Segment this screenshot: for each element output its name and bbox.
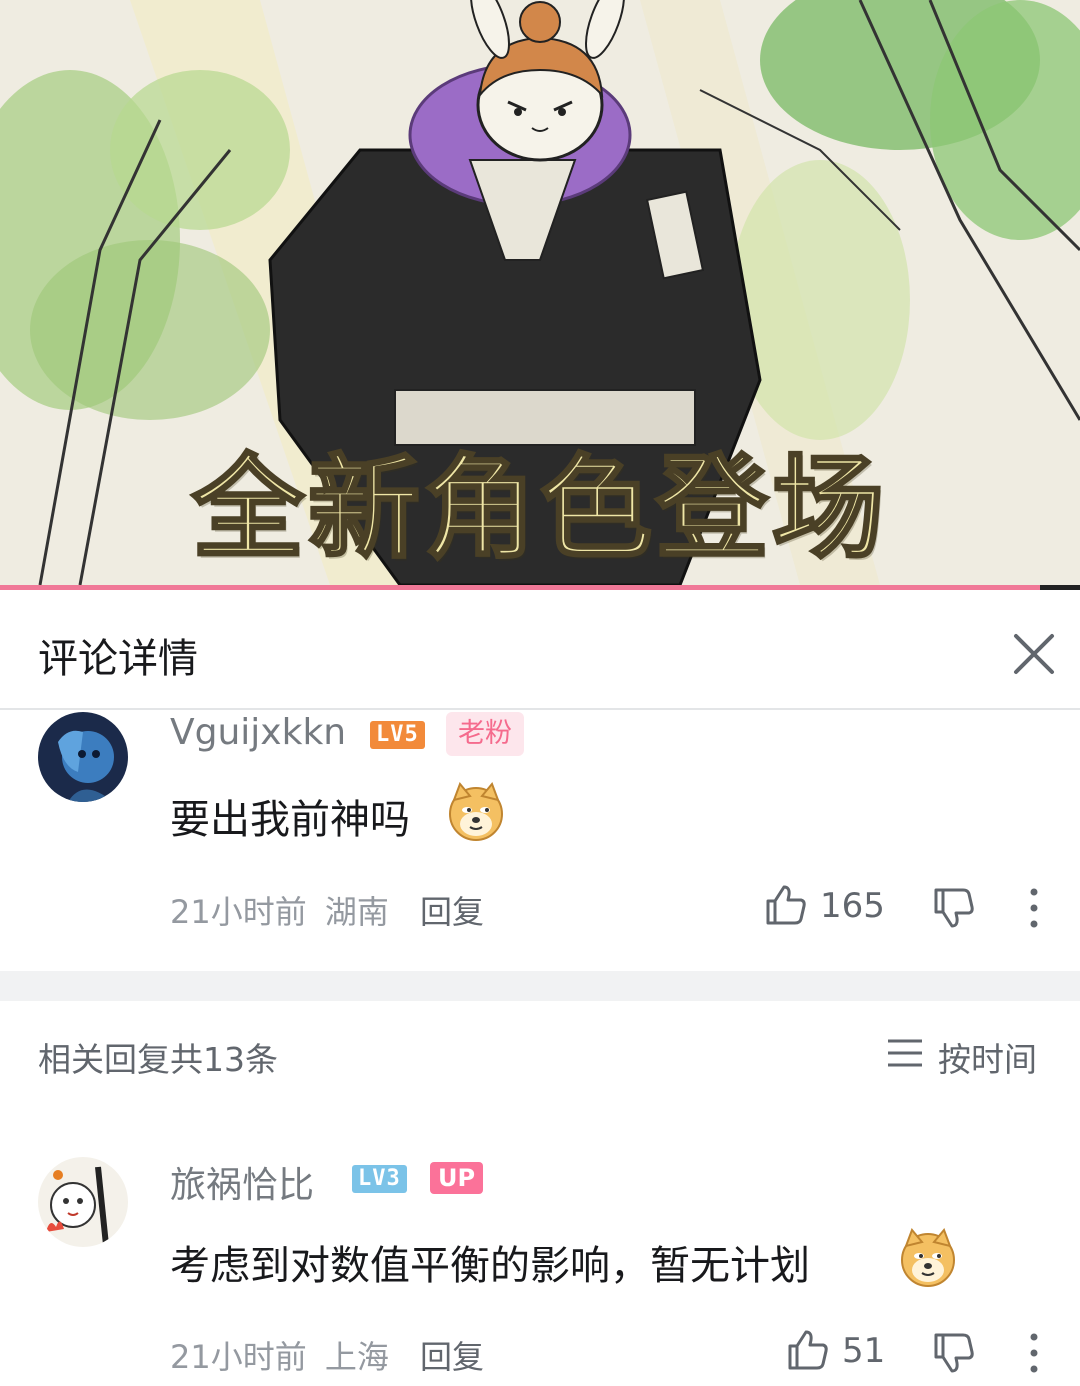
doge-emoji-icon (449, 782, 503, 841)
dislike-button[interactable] (932, 1331, 976, 1379)
more-vertical-icon (1030, 888, 1038, 928)
thumbs-down-icon (934, 888, 974, 928)
doge-emoji-icon (901, 1228, 955, 1287)
avatar[interactable] (38, 1157, 128, 1247)
comment-location: 湖南 (324, 893, 389, 931)
video-caption-overlay: 全新角色登场 (191, 442, 888, 576)
page-title: 评论详情 (38, 636, 198, 682)
like-count: 51 (842, 1331, 886, 1371)
thumbs-up-icon (766, 885, 806, 925)
thumbs-down-icon (934, 1333, 974, 1373)
avatar-image (38, 712, 128, 802)
comment-time: 21小时前 (170, 893, 307, 931)
username[interactable]: Vguijxkkn (170, 712, 346, 753)
more-vertical-icon (1030, 1333, 1038, 1373)
sort-label: 按时间 (938, 1040, 1037, 1079)
avatar-image (38, 1157, 128, 1247)
level-badge: LV5 (370, 721, 425, 749)
comment-detail-header: 评论详情 (0, 590, 1080, 710)
video-player[interactable]: 全新角色登场 (0, 0, 1080, 585)
level-badge: LV3 (352, 1165, 407, 1193)
more-options-button[interactable] (1024, 886, 1044, 934)
fan-tag-badge: 老粉 (446, 712, 524, 756)
like-button[interactable] (786, 1328, 830, 1376)
comment-location: 上海 (324, 1338, 389, 1376)
close-button[interactable] (1006, 626, 1062, 682)
username[interactable]: 旅祸恰比 (170, 1156, 314, 1208)
like-button[interactable] (764, 883, 808, 931)
sort-lines-icon (888, 1039, 922, 1067)
up-tag-badge: UP (430, 1162, 484, 1194)
thumbs-up-icon (788, 1330, 828, 1370)
reply-button[interactable]: 回复 (420, 887, 484, 933)
comment-text: 考虑到对数值平衡的影响，暂无计划 (170, 1243, 810, 1289)
replies-count: 相关回复共13条 (38, 1040, 278, 1079)
comment-time: 21小时前 (170, 1338, 307, 1376)
close-icon (1014, 634, 1054, 674)
section-divider (0, 971, 1080, 1001)
reply-button[interactable]: 回复 (420, 1332, 484, 1378)
like-count: 165 (820, 886, 885, 926)
avatar[interactable] (38, 712, 128, 802)
more-options-button[interactable] (1024, 1331, 1044, 1379)
comment-meta: 21小时前 湖南 (170, 887, 389, 933)
comment-meta: 21小时前 上海 (170, 1332, 389, 1378)
dislike-button[interactable] (932, 886, 976, 934)
comment-text: 要出我前神吗 (170, 797, 410, 843)
